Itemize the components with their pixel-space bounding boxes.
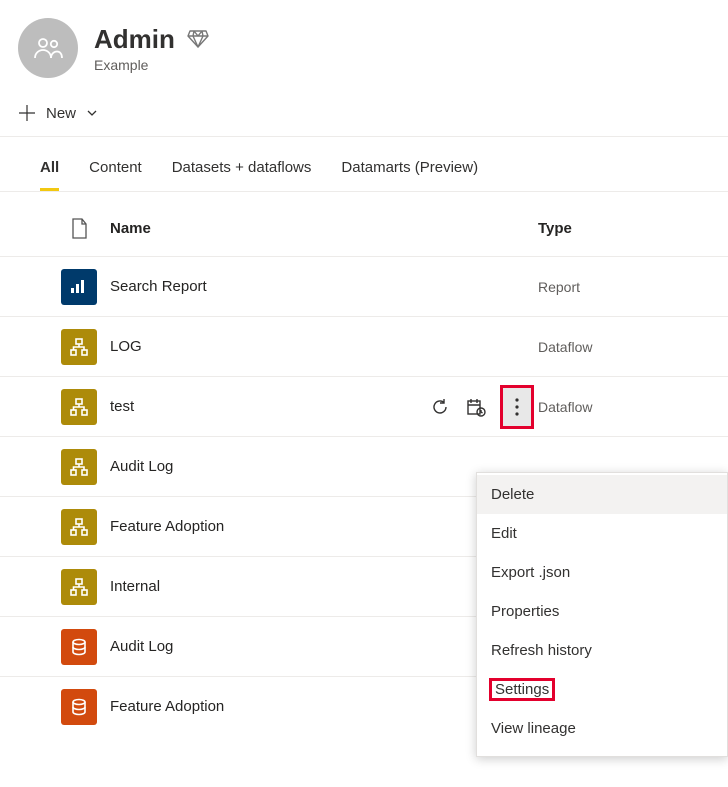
tab-bar: All Content Datasets + dataflows Datamar…	[0, 137, 728, 192]
vertical-dots-icon	[515, 398, 519, 416]
workspace-header: Admin Example	[0, 0, 728, 86]
row-name: Internal	[110, 578, 538, 595]
menu-item-settings-label: Settings	[491, 680, 553, 699]
tab-content[interactable]: Content	[89, 153, 142, 191]
dataflow-icon	[61, 449, 97, 485]
premium-diamond-icon	[187, 30, 209, 48]
context-menu: Delete Edit Export .json Properties Refr…	[476, 472, 728, 757]
row-type: Dataflow	[538, 339, 728, 355]
menu-item-properties[interactable]: Properties	[477, 592, 727, 631]
row-name: Audit Log	[110, 458, 538, 475]
tab-all[interactable]: All	[40, 153, 59, 191]
more-options-button[interactable]	[502, 387, 532, 427]
refresh-icon	[430, 397, 450, 417]
header-icon-cell	[48, 218, 110, 239]
row-name: Search Report	[110, 278, 538, 295]
datamart-icon	[61, 689, 97, 725]
header-name[interactable]: Name	[110, 220, 538, 237]
row-name: Feature Adoption	[110, 518, 538, 535]
workspace-title: Admin	[94, 24, 175, 55]
menu-item-delete[interactable]: Delete	[477, 475, 727, 514]
refresh-button[interactable]	[430, 397, 450, 417]
row-type: Dataflow	[538, 399, 728, 415]
dataflow-icon	[61, 509, 97, 545]
menu-item-edit[interactable]: Edit	[477, 514, 727, 553]
command-bar: New	[0, 86, 728, 137]
table-row[interactable]: LOG Dataflow	[0, 316, 728, 376]
new-button-label: New	[46, 105, 76, 122]
menu-item-settings[interactable]: Settings	[477, 670, 727, 709]
workspace-subtitle: Example	[94, 57, 209, 73]
header-type[interactable]: Type	[538, 220, 728, 237]
row-actions	[430, 387, 532, 427]
file-icon	[71, 218, 88, 239]
table-row[interactable]: test Dataflow	[0, 376, 728, 436]
workspace-view: { "header": { "title": "Admin", "subtitl…	[0, 0, 728, 787]
dataflow-icon	[61, 329, 97, 365]
datamart-icon	[61, 629, 97, 665]
tab-datasets[interactable]: Datasets + dataflows	[172, 153, 312, 191]
menu-item-view-lineage[interactable]: View lineage	[477, 709, 727, 748]
tab-datamarts[interactable]: Datamarts (Preview)	[341, 153, 478, 191]
row-type: Report	[538, 279, 728, 295]
workspace-avatar	[18, 18, 78, 78]
people-icon	[32, 36, 64, 60]
plus-icon	[18, 104, 36, 122]
report-icon	[61, 269, 97, 305]
workspace-title-block: Admin Example	[94, 24, 209, 73]
row-name: test	[110, 398, 430, 415]
row-name: LOG	[110, 338, 538, 355]
table-row[interactable]: Search Report Report	[0, 256, 728, 316]
schedule-refresh-button[interactable]	[466, 397, 486, 417]
menu-item-refresh-history[interactable]: Refresh history	[477, 631, 727, 670]
dataflow-icon	[61, 569, 97, 605]
dataflow-icon	[61, 389, 97, 425]
table-header-row: Name Type	[0, 200, 728, 256]
chevron-down-icon	[86, 107, 98, 119]
row-name: Audit Log	[110, 638, 538, 655]
menu-item-export-json[interactable]: Export .json	[477, 553, 727, 592]
schedule-icon	[466, 397, 486, 417]
new-button[interactable]: New	[18, 104, 98, 122]
row-name: Feature Adoption	[110, 698, 538, 715]
